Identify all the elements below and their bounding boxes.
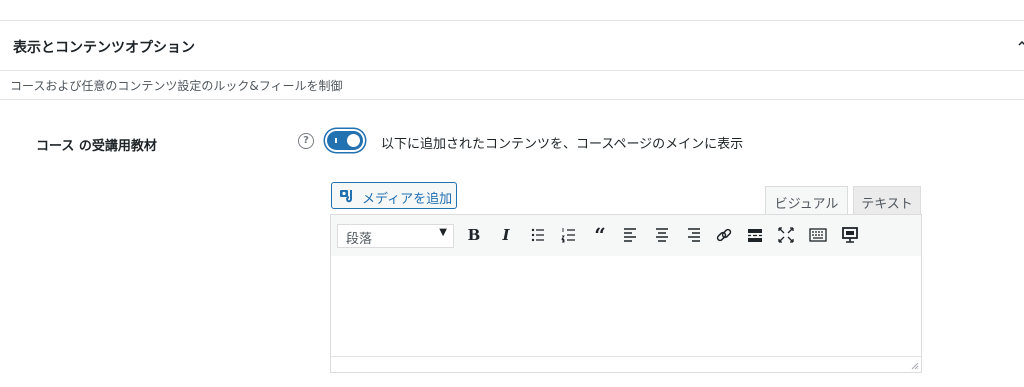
field-label: コース の受講用教材 (36, 139, 157, 154)
align-left-icon[interactable] (621, 225, 641, 245)
section-title: 表示とコンテンツオプション (13, 40, 195, 56)
add-media-button[interactable]: メディアを追加 (331, 182, 457, 209)
read-more-icon[interactable] (745, 225, 765, 245)
format-select-value: 段落 (346, 232, 373, 247)
numbered-list-icon[interactable] (559, 225, 579, 245)
add-media-icon (340, 190, 352, 203)
toggle-description: 以下に追加されたコンテンツを、コースページのメインに表示 (381, 137, 744, 152)
dropdown-arrow-icon: ▼ (439, 227, 447, 238)
toggle-knob (347, 134, 360, 147)
tab-visual-label: ビジュアル (774, 197, 839, 212)
editor-content-area[interactable] (331, 256, 921, 357)
italic-icon[interactable]: I (496, 225, 516, 245)
bold-icon[interactable]: B (464, 225, 484, 245)
toggle-on-indicator (335, 138, 337, 143)
bullet-list-icon[interactable] (528, 225, 548, 245)
toolbar-toggle-icon[interactable] (808, 225, 828, 245)
format-select[interactable]: 段落 ▼ (337, 224, 454, 248)
content-editor: 段落 ▼ B I “ (330, 214, 922, 373)
tab-text[interactable]: テキスト (853, 186, 921, 214)
section-header[interactable]: 表示とコンテンツオプション (0, 21, 1024, 70)
add-media-label: メディアを追加 (362, 192, 453, 207)
editor-toolbar: 段落 ▼ B I “ (331, 215, 921, 257)
display-toggle[interactable] (327, 131, 363, 150)
tab-text-label: テキスト (861, 197, 913, 212)
embed-icon[interactable] (840, 225, 860, 245)
section-description-bar: コースおよび任意のコンテンツ設定のルック&フィールを制御 (0, 70, 1024, 100)
chevron-up-icon[interactable] (1018, 39, 1024, 47)
align-right-icon[interactable] (683, 225, 703, 245)
tab-visual[interactable]: ビジュアル (765, 186, 848, 214)
align-center-icon[interactable] (652, 225, 672, 245)
link-icon[interactable] (714, 225, 734, 245)
section-description: コースおよび任意のコンテンツ設定のルック&フィールを制御 (10, 79, 343, 93)
editor-statusbar (331, 356, 921, 372)
blockquote-icon[interactable]: “ (590, 223, 610, 247)
fullscreen-icon[interactable] (776, 225, 796, 245)
resize-handle-icon[interactable] (911, 362, 919, 370)
help-icon[interactable]: ? (298, 133, 314, 149)
